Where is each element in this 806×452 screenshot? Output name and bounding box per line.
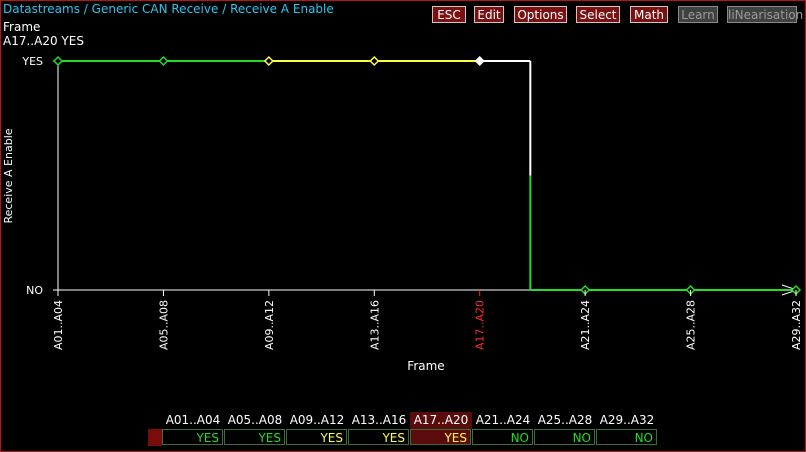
y-tick-label: NO [26,284,43,297]
x-tick-label: A21..A24 [579,300,592,350]
x-axis-label: Frame [407,359,444,373]
row-selection-marker[interactable] [148,429,162,446]
table-value-cell[interactable]: YES [162,429,223,445]
table-value-cell[interactable]: YES [224,429,285,445]
data-point-marker [369,55,380,67]
table-header-cell[interactable]: A17..A20 [410,412,472,429]
table-value-cell[interactable]: YES [348,429,409,445]
table-value-cell[interactable]: YES [286,429,347,445]
y-axis-label: Receive A Enable [2,128,15,223]
table-value-cell[interactable]: NO [472,429,533,445]
table-value-cell[interactable]: NO [596,429,657,445]
chart-series [52,55,802,296]
x-tick-labels: A01..A04 A05..A08 A09..A12 A13..A16 A17..A20… [52,290,803,350]
x-tick-label: A09..A12 [263,300,276,350]
table-header-cell[interactable]: A21..A24 [472,412,534,429]
table-header-cell[interactable]: A13..A16 [348,412,410,429]
table-header-cell[interactable]: A29..A32 [596,412,658,429]
x-tick-label: A01..A04 [52,300,65,350]
chart-axes: YES NO Receive A Enable Frame [2,55,799,373]
table-header-cell[interactable]: A01..A04 [162,412,224,429]
data-point-marker [158,55,169,67]
table-header-cell[interactable]: A05..A08 [224,412,286,429]
table-value-cell[interactable]: YES [410,429,471,445]
x-tick-label: A29..A32 [790,300,803,350]
y-tick-label: YES [21,55,43,68]
data-point-marker [474,55,485,67]
frame-chart: YES NO Receive A Enable Frame A01..A04 A05..… [2,55,803,373]
x-tick-label: A13..A16 [368,300,381,350]
x-tick-label: A25..A28 [685,300,698,350]
data-point-marker [263,55,274,67]
x-tick-label: A05..A08 [157,300,170,350]
table-value-cell[interactable]: NO [534,429,595,445]
data-point-marker [52,55,64,67]
x-tick-label: A17..A20 [474,300,487,350]
table-header-cell[interactable]: A09..A12 [286,412,348,429]
table-header-cell[interactable]: A25..A28 [534,412,596,429]
